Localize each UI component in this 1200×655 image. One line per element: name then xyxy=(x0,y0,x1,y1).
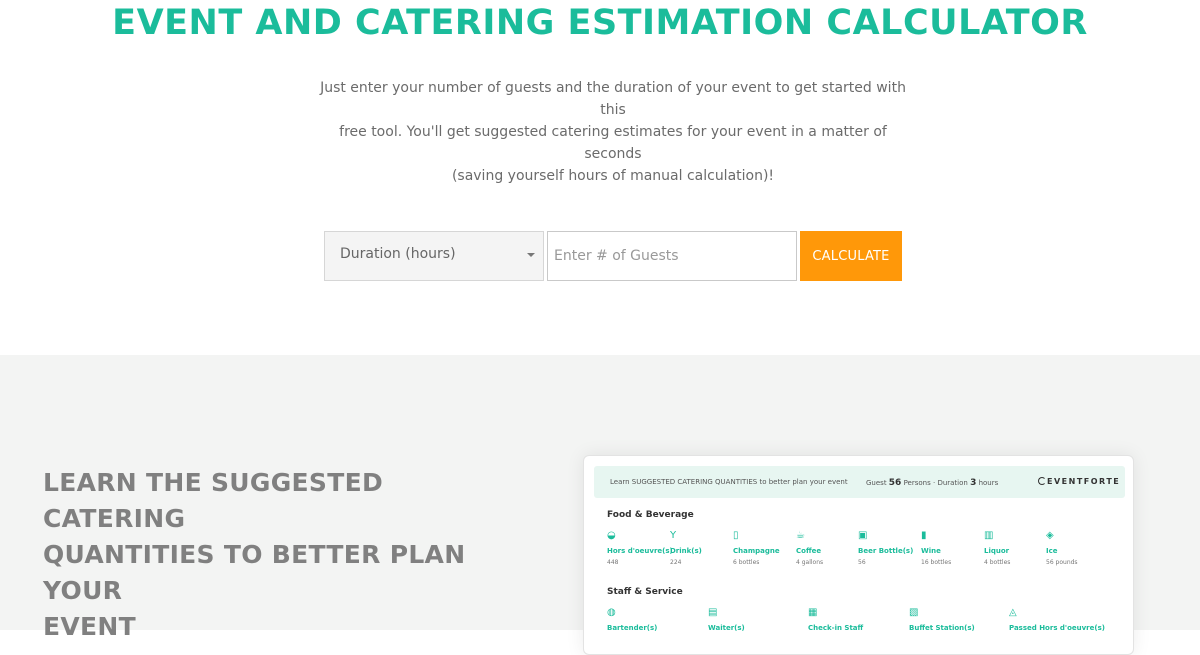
preview-section: LEARN THE SUGGESTED CATERING QUANTITIES … xyxy=(0,355,1200,655)
separator: · xyxy=(932,479,936,487)
caret-down-icon xyxy=(527,253,535,257)
section-heading: LEARN THE SUGGESTED CATERING QUANTITIES … xyxy=(43,465,523,645)
duration-value: 3 xyxy=(970,478,977,488)
cocktail-icon: Y xyxy=(670,530,677,541)
hours-label: hours xyxy=(978,479,999,487)
staff-item: ▤ Waiter(s) xyxy=(708,607,798,633)
duration-select-label: Duration (hours) xyxy=(340,246,456,262)
food-item: Y Drink(s) 224 xyxy=(670,530,732,567)
item-qty: 56 pounds xyxy=(1046,559,1078,566)
staff-item: ◬ Passed Hors d'oeuvre(s) xyxy=(1009,607,1119,633)
intro-text: Just enter your number of guests and the… xyxy=(310,77,916,187)
food-item: ▣ Beer Bottle(s) 56 xyxy=(858,530,920,567)
brand-name: EVENTFORTE xyxy=(1047,477,1121,486)
item-qty: 4 bottles xyxy=(984,559,1011,566)
item-qty: 6 bottles xyxy=(733,559,760,566)
guest-count: 56 xyxy=(888,478,902,488)
waiter-icon: ▤ xyxy=(708,607,718,618)
eventforte-logo: EVENTFORTE xyxy=(1038,477,1120,486)
item-name: Bartender(s) xyxy=(607,624,658,632)
item-qty: 224 xyxy=(670,559,682,566)
champagne-bottle-icon: ▯ xyxy=(733,530,739,541)
results-preview-image: Learn SUGGESTED CATERING QUANTITIES to b… xyxy=(583,455,1134,655)
food-item: ▮ Wine 16 bottles xyxy=(921,530,983,567)
item-name: Liquor xyxy=(984,547,1010,555)
item-name: Champagne xyxy=(733,547,780,555)
food-item: ◒ Hors d'oeuvre(s) 448 xyxy=(607,530,673,567)
item-name: Ice xyxy=(1046,547,1058,555)
item-name: Beer Bottle(s) xyxy=(858,547,914,555)
food-section-label: Food & Beverage xyxy=(607,510,694,520)
wine-bottle-icon: ▮ xyxy=(921,530,927,541)
bartender-icon: ◍ xyxy=(607,607,616,618)
coffee-icon: ☕ xyxy=(796,530,805,541)
duration-label: Duration xyxy=(937,479,968,487)
food-item: ▯ Champagne 6 bottles xyxy=(733,530,795,567)
item-name: Drink(s) xyxy=(670,547,702,555)
plate-icon: ◒ xyxy=(607,530,616,541)
intro-line: Just enter your number of guests and the… xyxy=(320,80,906,118)
staff-item: ▧ Buffet Station(s) xyxy=(909,607,999,633)
food-item: ☕ Coffee 4 gallons xyxy=(796,530,858,567)
item-qty: 56 xyxy=(858,559,866,566)
preview-header: Learn SUGGESTED CATERING QUANTITIES to b… xyxy=(594,466,1125,498)
item-name: Check-in Staff xyxy=(808,624,864,632)
hero-section: EVENT AND CATERING ESTIMATION CALCULATOR… xyxy=(0,0,1200,355)
item-qty: 4 gallons xyxy=(796,559,824,566)
preview-summary: Guest 56 Persons · Duration 3 hours xyxy=(866,478,998,488)
persons-label: Persons xyxy=(903,479,931,487)
eventforte-logo-icon xyxy=(1038,477,1046,485)
item-name: Wine xyxy=(921,547,941,555)
item-qty: 448 xyxy=(607,559,619,566)
staff-item: ▦ Check-in Staff xyxy=(808,607,898,633)
item-name: Buffet Station(s) xyxy=(909,624,975,632)
heading-line: EVENT xyxy=(43,612,136,641)
item-name: Waiter(s) xyxy=(708,624,745,632)
heading-line: LEARN THE SUGGESTED CATERING xyxy=(43,468,384,533)
staff-item: ◍ Bartender(s) xyxy=(607,607,697,633)
staff-section-label: Staff & Service xyxy=(607,587,683,597)
guests-input[interactable] xyxy=(547,231,797,281)
intro-line: (saving yourself hours of manual calcula… xyxy=(451,168,775,184)
food-item: ▥ Liquor 4 bottles xyxy=(984,530,1046,567)
heading-line: QUANTITIES TO BETTER PLAN YOUR xyxy=(43,540,466,605)
tray-icon: ◬ xyxy=(1009,607,1017,618)
intro-line: free tool. You'll get suggested catering… xyxy=(339,124,887,162)
check-in-icon: ▦ xyxy=(808,607,818,618)
guest-label: Guest xyxy=(866,479,887,487)
duration-select[interactable]: Duration (hours) xyxy=(324,231,544,281)
ice-icon: ◈ xyxy=(1046,530,1054,541)
item-name: Coffee xyxy=(796,547,822,555)
item-name: Passed Hors d'oeuvre(s) xyxy=(1009,624,1105,632)
beer-icon: ▣ xyxy=(858,530,868,541)
food-item: ◈ Ice 56 pounds xyxy=(1046,530,1108,567)
item-name: Hors d'oeuvre(s) xyxy=(607,547,673,555)
buffet-icon: ▧ xyxy=(909,607,919,618)
preview-tagline: Learn SUGGESTED CATERING QUANTITIES to b… xyxy=(610,478,848,486)
liquor-icon: ▥ xyxy=(984,530,994,541)
page-title: EVENT AND CATERING ESTIMATION CALCULATOR xyxy=(112,3,1088,43)
calculate-button[interactable]: CALCULATE xyxy=(800,231,902,281)
item-qty: 16 bottles xyxy=(921,559,952,566)
